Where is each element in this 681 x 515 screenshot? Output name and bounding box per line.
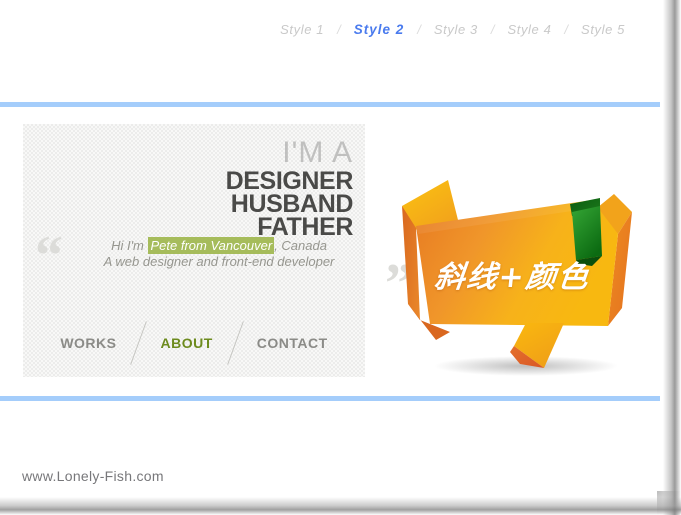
card-nav-separator — [116, 320, 160, 366]
style-nav-item-3[interactable]: Style 3 — [434, 22, 478, 37]
quote-open-icon: “ — [35, 225, 63, 287]
quote-text: Hi I'm Pete from Vancouver, Canada A web… — [73, 234, 365, 270]
profile-card: I'M A DESIGNER HUSBAND FATHER “ ” Hi I'm… — [23, 124, 413, 377]
quote-block: “ ” Hi I'm Pete from Vancouver, Canada A… — [35, 228, 413, 312]
page-root: Style 1 / Style 2 / Style 3 / Style 4 / … — [0, 0, 681, 515]
card-nav-item-about[interactable]: ABOUT — [160, 335, 212, 351]
origami-banner: 斜线+颜色 — [386, 168, 651, 383]
page-shadow-corner — [657, 491, 681, 515]
headline-line-1: I'M A — [282, 136, 353, 169]
quote-prefix: Hi I'm — [111, 238, 148, 253]
style-nav-item-5[interactable]: Style 5 — [581, 22, 625, 37]
style-nav-separator: / — [490, 22, 495, 37]
divider-bottom — [0, 396, 660, 401]
origami-banner-graphic — [402, 180, 632, 376]
banner-green-tab — [572, 206, 602, 260]
style-nav: Style 1 / Style 2 / Style 3 / Style 4 / … — [280, 22, 625, 37]
page-shadow-bottom — [0, 493, 681, 515]
page-canvas: Style 1 / Style 2 / Style 3 / Style 4 / … — [0, 0, 660, 494]
card-nav-separator — [213, 320, 257, 366]
style-nav-separator: / — [564, 22, 569, 37]
footer-url[interactable]: www.Lonely-Fish.com — [22, 468, 164, 484]
quote-suffix: , Canada — [274, 238, 327, 253]
style-nav-item-2[interactable]: Style 2 — [354, 22, 405, 37]
style-nav-item-4[interactable]: Style 4 — [507, 22, 551, 37]
page-shadow-right — [659, 0, 681, 515]
card-nav-item-works[interactable]: WORKS — [60, 335, 116, 351]
quote-line-1: Hi I'm Pete from Vancouver, Canada — [73, 237, 365, 254]
style-nav-separator: / — [337, 22, 341, 37]
style-nav-separator: / — [417, 22, 421, 37]
card-nav-item-contact[interactable]: CONTACT — [257, 335, 328, 351]
divider-top — [0, 102, 660, 107]
headline: I'M A DESIGNER HUSBAND FATHER — [23, 136, 354, 240]
quote-highlight: Pete from Vancouver — [147, 237, 275, 254]
style-nav-item-1[interactable]: Style 1 — [280, 22, 324, 37]
quote-line-2: A web designer and front-end developer — [103, 254, 335, 269]
card-nav: WORKS ABOUT CONTACT — [23, 320, 365, 366]
